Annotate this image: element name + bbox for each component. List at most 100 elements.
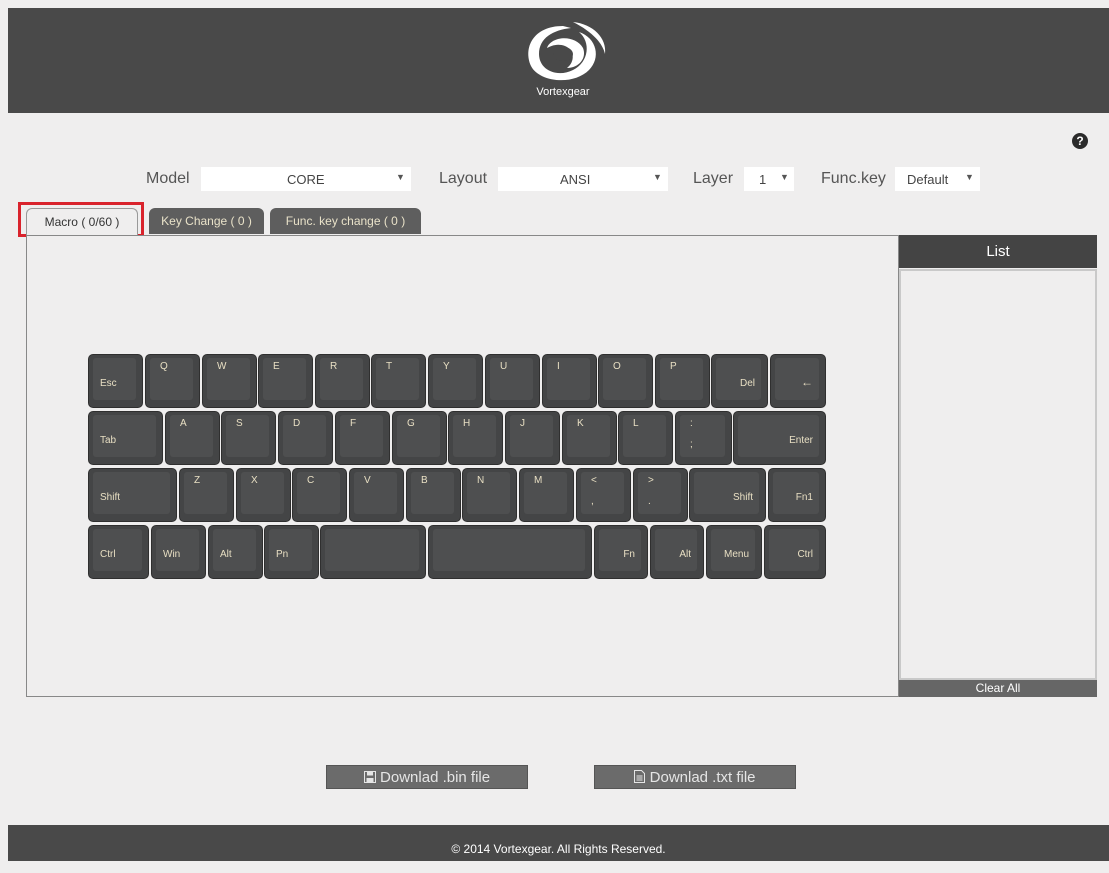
chevron-down-icon: ▼ [396, 172, 405, 182]
key-e-0-3[interactable]: E [258, 354, 313, 408]
key-fn-3-6[interactable]: Fn [594, 525, 648, 579]
key-m-2-7[interactable]: M [519, 468, 574, 522]
key-f-1-4[interactable]: F [335, 411, 390, 465]
key-label: X [251, 475, 258, 486]
layer-select[interactable]: 1 ▼ [744, 167, 794, 191]
keycap [510, 415, 553, 457]
key-sym-1-10[interactable]: :; [675, 411, 732, 465]
key-l-1-9[interactable]: L [618, 411, 673, 465]
key-q-0-1[interactable]: Q [145, 354, 200, 408]
keycap [581, 472, 624, 514]
key-j-1-7[interactable]: J [505, 411, 560, 465]
model-select[interactable]: CORE ▼ [201, 167, 411, 191]
download-txt-button[interactable]: Downlad .txt file [594, 765, 796, 789]
key-space-3-5[interactable] [428, 525, 592, 579]
key-shift-2-10[interactable]: Shift [689, 468, 766, 522]
key-enter-1-11[interactable]: Enter [733, 411, 826, 465]
key-r-0-4[interactable]: R [315, 354, 370, 408]
key-pn-3-3[interactable]: Pn [264, 525, 319, 579]
key-space-3-4[interactable] [320, 525, 426, 579]
key-del-0-11[interactable]: Del [711, 354, 768, 408]
key-label: Win [163, 549, 181, 560]
key-label: U [500, 361, 508, 372]
key-i-0-8[interactable]: I [542, 354, 597, 408]
key-ctrl-3-9[interactable]: Ctrl [764, 525, 826, 579]
keycap [603, 358, 646, 400]
keycap [184, 472, 227, 514]
key-h-1-6[interactable]: H [448, 411, 503, 465]
key-c-2-3[interactable]: C [292, 468, 347, 522]
keycap [226, 415, 269, 457]
key-t-0-5[interactable]: T [371, 354, 426, 408]
key-u-0-7[interactable]: U [485, 354, 540, 408]
key-label: Y [443, 361, 450, 372]
key-shift-2-0[interactable]: Shift [88, 468, 177, 522]
key-label: Pn [276, 549, 289, 560]
key-z-2-1[interactable]: Z [179, 468, 234, 522]
key-ctrl-3-0[interactable]: Ctrl [88, 525, 149, 579]
funckey-select[interactable]: Default ▼ [895, 167, 980, 191]
key-label: Fn1 [795, 492, 813, 503]
key-tab-1-0[interactable]: Tab [88, 411, 163, 465]
key-y-0-6[interactable]: Y [428, 354, 483, 408]
key-k-1-8[interactable]: K [562, 411, 617, 465]
keycap [376, 358, 419, 400]
brand-name: Vortexgear [536, 86, 590, 98]
key-sym-2-9[interactable]: >. [633, 468, 688, 522]
key-win-3-1[interactable]: Win [151, 525, 206, 579]
key-sym-0-12[interactable]: ← [770, 354, 826, 408]
key-label: T [386, 361, 393, 372]
keycap [660, 358, 703, 400]
key-label: Enter [789, 435, 813, 446]
key-o-0-9[interactable]: O [598, 354, 653, 408]
key-label: G [407, 418, 415, 429]
key-p-0-10[interactable]: P [655, 354, 710, 408]
tab-key-change[interactable]: Key Change ( 0 ) [149, 208, 264, 234]
keycap [207, 358, 250, 400]
tab-macro[interactable]: Macro ( 0/60 ) [26, 208, 138, 235]
help-icon[interactable]: ? [1072, 133, 1088, 149]
keycap [320, 358, 363, 400]
key-v-2-4[interactable]: V [349, 468, 404, 522]
keycap [340, 415, 383, 457]
key-a-1-1[interactable]: A [165, 411, 220, 465]
keycap [433, 358, 476, 400]
clear-all-button[interactable]: Clear All [899, 680, 1097, 697]
layer-value: 1 [759, 172, 767, 187]
key-fn1-2-11[interactable]: Fn1 [768, 468, 826, 522]
key-sublabel: , [591, 496, 594, 507]
key-label: > [648, 475, 654, 486]
key-esc-0-0[interactable]: Esc [88, 354, 143, 408]
layout-label: Layout [439, 170, 488, 187]
key-label: E [273, 361, 280, 372]
key-n-2-6[interactable]: N [462, 468, 517, 522]
layout-select[interactable]: ANSI ▼ [498, 167, 668, 191]
download-bin-button[interactable]: Downlad .bin file [326, 765, 528, 789]
layer-label: Layer [693, 170, 734, 187]
key-w-0-2[interactable]: W [202, 354, 257, 408]
key-alt-3-7[interactable]: Alt [650, 525, 704, 579]
key-label: Z [194, 475, 201, 486]
keycap [263, 358, 306, 400]
key-label: F [350, 418, 357, 429]
app-header: Vortexgear [8, 8, 1109, 113]
key-label: I [557, 361, 560, 372]
model-label: Model [146, 170, 190, 187]
key-sym-2-8[interactable]: <, [576, 468, 631, 522]
macro-list[interactable] [899, 269, 1097, 680]
key-x-2-2[interactable]: X [236, 468, 291, 522]
key-label: R [330, 361, 338, 372]
key-d-1-3[interactable]: D [278, 411, 333, 465]
footer-copyright: © 2014 Vortexgear. All Rights Reserved. [8, 825, 1109, 861]
key-alt-3-2[interactable]: Alt [208, 525, 263, 579]
floppy-disk-icon [363, 769, 380, 786]
key-menu-3-8[interactable]: Menu [706, 525, 762, 579]
key-b-2-5[interactable]: B [406, 468, 461, 522]
key-g-1-5[interactable]: G [392, 411, 447, 465]
key-s-1-2[interactable]: S [221, 411, 276, 465]
key-label: : [690, 418, 693, 429]
key-label: C [307, 475, 315, 486]
list-header: List [899, 235, 1097, 268]
tab-func-key-change[interactable]: Func. key change ( 0 ) [270, 208, 421, 234]
key-label: L [633, 418, 639, 429]
